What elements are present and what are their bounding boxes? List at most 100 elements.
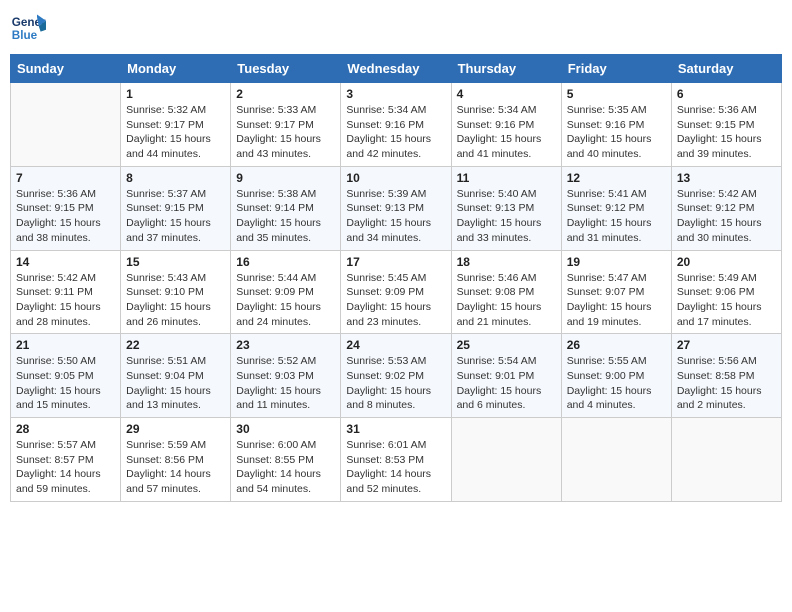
day-number: 31 [346, 422, 445, 436]
col-header-monday: Monday [121, 55, 231, 83]
day-info: Sunrise: 5:42 AM Sunset: 9:12 PM Dayligh… [677, 187, 776, 246]
calendar-cell: 4Sunrise: 5:34 AM Sunset: 9:16 PM Daylig… [451, 83, 561, 167]
day-number: 1 [126, 87, 225, 101]
calendar-cell: 19 Sunrise: 5:47 AM Sunset: 9:07 PM Dayli… [561, 250, 671, 334]
col-header-friday: Friday [561, 55, 671, 83]
day-info: Sunrise: 5:39 AM Sunset: 9:13 PM Dayligh… [346, 187, 445, 246]
day-info: Sunrise: 5:46 AM Sunset: 9:08 PM Dayligh… [457, 271, 556, 330]
calendar-week-row: 14 Sunrise: 5:42 AM Sunset: 9:11 PM Dayli… [11, 250, 782, 334]
calendar-week-row: 1 Sunrise: 5:32 AM Sunset: 9:17 PM Daylig… [11, 83, 782, 167]
calendar-cell: 20 Sunrise: 5:49 AM Sunset: 9:06 PM Dayli… [671, 250, 781, 334]
day-number: 9 [236, 171, 335, 185]
day-info: Sunrise: 5:57 AM Sunset: 8:57 PM Dayligh… [16, 438, 115, 497]
calendar-cell: 1 Sunrise: 5:32 AM Sunset: 9:17 PM Daylig… [121, 83, 231, 167]
calendar-cell: 15 Sunrise: 5:43 AM Sunset: 9:10 PM Dayli… [121, 250, 231, 334]
day-number: 29 [126, 422, 225, 436]
day-info: Sunrise: 5:50 AM Sunset: 9:05 PM Dayligh… [16, 354, 115, 413]
calendar-cell: 17Sunrise: 5:45 AM Sunset: 9:09 PM Dayli… [341, 250, 451, 334]
day-number: 5 [567, 87, 666, 101]
calendar-cell: 26Sunrise: 5:55 AM Sunset: 9:00 PM Dayli… [561, 334, 671, 418]
calendar-week-row: 7 Sunrise: 5:36 AM Sunset: 9:15 PM Daylig… [11, 166, 782, 250]
day-info: Sunrise: 5:41 AM Sunset: 9:12 PM Dayligh… [567, 187, 666, 246]
calendar-cell [11, 83, 121, 167]
calendar-cell: 2 Sunrise: 5:33 AM Sunset: 9:17 PM Daylig… [231, 83, 341, 167]
calendar-cell: 6Sunrise: 5:36 AM Sunset: 9:15 PM Daylig… [671, 83, 781, 167]
calendar-cell: 14 Sunrise: 5:42 AM Sunset: 9:11 PM Dayli… [11, 250, 121, 334]
calendar-cell [561, 418, 671, 502]
calendar-cell [671, 418, 781, 502]
day-number: 28 [16, 422, 115, 436]
day-number: 11 [457, 171, 556, 185]
calendar-cell: 23 Sunrise: 5:52 AM Sunset: 9:03 PM Dayli… [231, 334, 341, 418]
day-number: 4 [457, 87, 556, 101]
day-info: Sunrise: 5:51 AM Sunset: 9:04 PM Dayligh… [126, 354, 225, 413]
day-info: Sunrise: 6:00 AM Sunset: 8:55 PM Dayligh… [236, 438, 335, 497]
page-header: General Blue [10, 10, 782, 46]
calendar-cell: 9 Sunrise: 5:38 AM Sunset: 9:14 PM Daylig… [231, 166, 341, 250]
day-number: 2 [236, 87, 335, 101]
day-number: 23 [236, 338, 335, 352]
calendar-cell: 27 Sunrise: 5:56 AM Sunset: 8:58 PM Dayli… [671, 334, 781, 418]
calendar-cell [451, 418, 561, 502]
col-header-thursday: Thursday [451, 55, 561, 83]
col-header-saturday: Saturday [671, 55, 781, 83]
col-header-wednesday: Wednesday [341, 55, 451, 83]
day-number: 17 [346, 255, 445, 269]
calendar-cell: 28 Sunrise: 5:57 AM Sunset: 8:57 PM Dayli… [11, 418, 121, 502]
day-number: 8 [126, 171, 225, 185]
day-info: Sunrise: 5:43 AM Sunset: 9:10 PM Dayligh… [126, 271, 225, 330]
day-number: 13 [677, 171, 776, 185]
calendar-cell: 22 Sunrise: 5:51 AM Sunset: 9:04 PM Dayli… [121, 334, 231, 418]
calendar-cell: 18 Sunrise: 5:46 AM Sunset: 9:08 PM Dayli… [451, 250, 561, 334]
calendar-week-row: 21Sunrise: 5:50 AM Sunset: 9:05 PM Dayli… [11, 334, 782, 418]
day-info: Sunrise: 5:35 AM Sunset: 9:16 PM Dayligh… [567, 103, 666, 162]
calendar-cell: 21Sunrise: 5:50 AM Sunset: 9:05 PM Dayli… [11, 334, 121, 418]
svg-text:Blue: Blue [12, 29, 38, 42]
day-info: Sunrise: 5:33 AM Sunset: 9:17 PM Dayligh… [236, 103, 335, 162]
day-number: 22 [126, 338, 225, 352]
calendar-header-row: SundayMondayTuesdayWednesdayThursdayFrid… [11, 55, 782, 83]
day-info: Sunrise: 5:37 AM Sunset: 9:15 PM Dayligh… [126, 187, 225, 246]
day-info: Sunrise: 5:36 AM Sunset: 9:15 PM Dayligh… [677, 103, 776, 162]
calendar-cell: 24Sunrise: 5:53 AM Sunset: 9:02 PM Dayli… [341, 334, 451, 418]
day-info: Sunrise: 5:59 AM Sunset: 8:56 PM Dayligh… [126, 438, 225, 497]
calendar-cell: 11 Sunrise: 5:40 AM Sunset: 9:13 PM Dayli… [451, 166, 561, 250]
day-number: 25 [457, 338, 556, 352]
day-info: Sunrise: 5:38 AM Sunset: 9:14 PM Dayligh… [236, 187, 335, 246]
day-number: 12 [567, 171, 666, 185]
logo: General Blue [10, 10, 46, 46]
day-number: 15 [126, 255, 225, 269]
day-info: Sunrise: 5:36 AM Sunset: 9:15 PM Dayligh… [16, 187, 115, 246]
logo-icon: General Blue [10, 10, 46, 46]
day-number: 27 [677, 338, 776, 352]
calendar-cell: 3 Sunrise: 5:34 AM Sunset: 9:16 PM Daylig… [341, 83, 451, 167]
day-number: 16 [236, 255, 335, 269]
day-info: Sunrise: 5:42 AM Sunset: 9:11 PM Dayligh… [16, 271, 115, 330]
day-number: 10 [346, 171, 445, 185]
calendar-cell: 10 Sunrise: 5:39 AM Sunset: 9:13 PM Dayli… [341, 166, 451, 250]
day-info: Sunrise: 6:01 AM Sunset: 8:53 PM Dayligh… [346, 438, 445, 497]
day-number: 7 [16, 171, 115, 185]
calendar-cell: 16 Sunrise: 5:44 AM Sunset: 9:09 PM Dayli… [231, 250, 341, 334]
day-number: 20 [677, 255, 776, 269]
calendar-cell: 5 Sunrise: 5:35 AM Sunset: 9:16 PM Daylig… [561, 83, 671, 167]
day-number: 14 [16, 255, 115, 269]
day-info: Sunrise: 5:34 AM Sunset: 9:16 PM Dayligh… [346, 103, 445, 162]
day-info: Sunrise: 5:53 AM Sunset: 9:02 PM Dayligh… [346, 354, 445, 413]
day-info: Sunrise: 5:47 AM Sunset: 9:07 PM Dayligh… [567, 271, 666, 330]
day-info: Sunrise: 5:56 AM Sunset: 8:58 PM Dayligh… [677, 354, 776, 413]
day-number: 19 [567, 255, 666, 269]
day-info: Sunrise: 5:32 AM Sunset: 9:17 PM Dayligh… [126, 103, 225, 162]
day-info: Sunrise: 5:44 AM Sunset: 9:09 PM Dayligh… [236, 271, 335, 330]
calendar-cell: 25Sunrise: 5:54 AM Sunset: 9:01 PM Dayli… [451, 334, 561, 418]
day-info: Sunrise: 5:49 AM Sunset: 9:06 PM Dayligh… [677, 271, 776, 330]
col-header-sunday: Sunday [11, 55, 121, 83]
calendar-week-row: 28 Sunrise: 5:57 AM Sunset: 8:57 PM Dayli… [11, 418, 782, 502]
calendar-cell: 31 Sunrise: 6:01 AM Sunset: 8:53 PM Dayli… [341, 418, 451, 502]
day-number: 18 [457, 255, 556, 269]
day-info: Sunrise: 5:55 AM Sunset: 9:00 PM Dayligh… [567, 354, 666, 413]
col-header-tuesday: Tuesday [231, 55, 341, 83]
day-number: 3 [346, 87, 445, 101]
day-info: Sunrise: 5:40 AM Sunset: 9:13 PM Dayligh… [457, 187, 556, 246]
day-info: Sunrise: 5:52 AM Sunset: 9:03 PM Dayligh… [236, 354, 335, 413]
